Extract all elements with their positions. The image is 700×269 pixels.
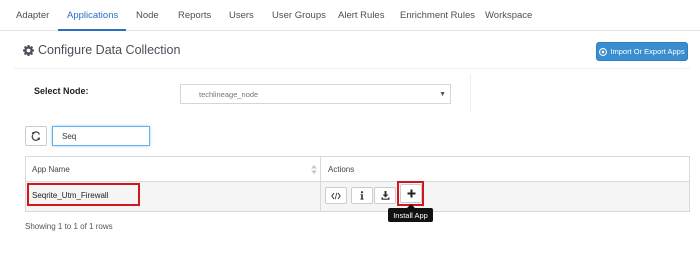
download-button[interactable] [374,187,396,204]
page-title-text: Configure Data Collection [38,43,181,57]
highlight-box-app-name [27,183,140,206]
gear-icon [23,44,34,56]
tab-users[interactable]: Users [229,10,254,21]
install-app-tooltip: Install App [388,204,433,222]
view-code-button[interactable] [325,187,347,204]
app-info-button[interactable] [351,187,373,204]
import-export-apps-label: Import Or Export Apps [610,47,685,56]
refresh-button[interactable] [25,126,47,146]
tab-applications[interactable]: Applications [67,10,118,21]
code-icon [331,192,341,199]
column-header-actions: Actions [328,165,355,174]
highlight-box-install [397,181,424,206]
active-tab-indicator [58,29,126,31]
tab-adapter[interactable]: Adapter [16,10,49,21]
column-header-app-name[interactable]: App Name [32,165,70,174]
tab-reports[interactable]: Reports [178,10,211,21]
tab-bar: Adapter Applications Node Reports Users … [0,0,700,31]
header-divider [14,68,690,69]
tab-alert-rules[interactable]: Alert Rules [338,10,384,21]
node-select-dropdown[interactable]: techlineage_node ▼ [180,84,451,104]
tab-node[interactable]: Node [136,10,159,21]
caret-down-icon: ▼ [439,91,446,98]
tab-workspace[interactable]: Workspace [485,10,532,21]
vertical-divider [470,74,471,111]
info-circle-icon [599,47,608,56]
node-select-value: techlineage_node [199,89,259,99]
download-icon [381,191,389,200]
tab-enrichment-rules[interactable]: Enrichment Rules [400,10,475,21]
search-input[interactable] [52,126,150,146]
page-title: Configure Data Collection [23,43,180,57]
table-header: App Name Actions [26,157,689,182]
sort-icon[interactable] [311,165,317,174]
refresh-icon [31,131,40,141]
import-export-apps-button[interactable]: Import Or Export Apps [596,42,688,61]
column-divider [320,157,321,211]
info-icon [360,191,364,200]
select-node-label: Select Node: [34,86,89,96]
tab-user-groups[interactable]: User Groups [272,10,326,21]
pagination-summary: Showing 1 to 1 of 1 rows [25,222,113,231]
